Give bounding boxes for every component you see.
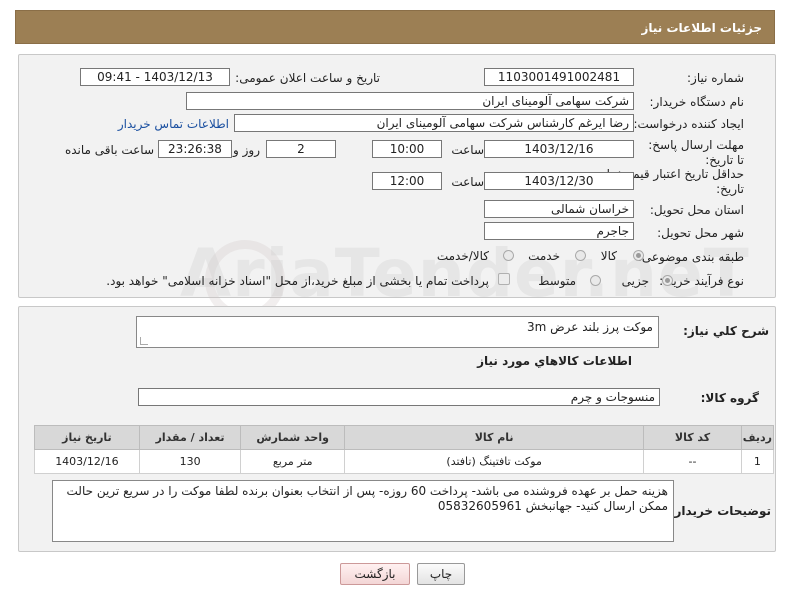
col-header-name: نام کالا — [343, 425, 645, 450]
buyer-notes-field: هزینه حمل بر عهده فروشنده می باشد- پرداخ… — [52, 480, 674, 542]
purchase-type-option-minor: جزیی — [621, 274, 649, 288]
category-option-goods-service: کالا/خدمت — [436, 249, 489, 263]
cell-row: 1 — [740, 449, 775, 474]
goods-info-title: اطلاعات کالاهاي مورد نياز — [477, 354, 632, 368]
category-radio-goods-service[interactable] — [503, 250, 514, 261]
reply-deadline-time-label: ساعت — [451, 143, 484, 157]
category-radio-service[interactable] — [575, 250, 586, 261]
price-validity-date-field: 1403/12/30 — [484, 172, 634, 190]
delivery-province-field: خراسان شمالی — [484, 200, 634, 218]
purchase-type-radio-medium[interactable] — [590, 275, 601, 286]
category-option-goods: کالا — [600, 249, 617, 263]
remaining-time-field: 23:26:38 — [158, 140, 232, 158]
goods-group-label: گروه کالا: — [700, 391, 759, 405]
need-number-field: 1103001491002481 — [484, 68, 634, 86]
reply-deadline-time-field: 10:00 — [372, 140, 442, 158]
cell-unit: متر مربع — [240, 449, 345, 474]
reply-deadline-date-field: 1403/12/16 — [484, 140, 634, 158]
page-header: جزئیات اطلاعات نیاز — [15, 10, 775, 44]
buyer-org-field: شرکت سهامی آلومینای ایران — [186, 92, 634, 110]
price-validity-time-field: 12:00 — [372, 172, 442, 190]
cell-qty: 130 — [138, 449, 242, 474]
announce-datetime-field: 1403/12/13 - 09:41 — [80, 68, 230, 86]
category-radio-goods[interactable] — [633, 250, 644, 261]
treasury-payment-checkbox[interactable] — [498, 273, 510, 285]
requester-label: ایجاد کننده درخواست: — [633, 117, 744, 131]
description-label: شرح کلي نياز: — [683, 324, 769, 338]
col-header-qty: تعداد / مقدار — [138, 425, 242, 450]
delivery-city-label: شهر محل تحویل: — [657, 226, 744, 240]
need-number-label: شماره نیاز: — [687, 71, 744, 85]
col-header-row: رديف — [740, 425, 775, 450]
back-button[interactable]: بازگشت — [340, 563, 410, 585]
delivery-city-field: جاجرم — [484, 222, 634, 240]
remaining-time-label: ساعت باقی مانده — [64, 143, 154, 157]
purchase-type-radio-minor[interactable] — [662, 275, 673, 286]
col-header-date: تاريخ نياز — [34, 425, 140, 450]
reply-days-label: روز و — [233, 143, 260, 157]
price-validity-time-label: ساعت — [451, 175, 484, 189]
table-row: 1 -- موکت تافتینگ (تافتد) متر مربع 130 1… — [34, 449, 775, 474]
print-button[interactable]: چاپ — [417, 563, 465, 585]
purchase-type-option-medium: متوسط — [538, 274, 576, 288]
buyer-org-label: نام دستگاه خریدار: — [649, 95, 745, 109]
reply-deadline-label: مهلت ارسال پاسخ: تا تاریخ: — [648, 138, 744, 167]
delivery-province-label: استان محل تحویل: — [649, 203, 744, 217]
col-header-code: کد کالا — [643, 425, 742, 450]
reply-days-field: 2 — [266, 140, 336, 158]
treasury-payment-note: پرداخت تمام یا بخشی از مبلغ خرید،از محل … — [106, 274, 489, 288]
goods-table-header: رديف کد کالا نام کالا واحد شمارش تعداد /… — [34, 425, 775, 450]
buyer-notes-label: توضيحات خريدار: — [669, 504, 771, 518]
buyer-notes-text: هزینه حمل بر عهده فروشنده می باشد- پرداخ… — [66, 484, 669, 513]
description-field: موکت پرز بلند عرض 3m — [136, 316, 659, 348]
goods-group-field: منسوجات و چرم — [138, 388, 660, 406]
category-label: طبقه بندی موضوعی: — [637, 250, 744, 264]
cell-date: 1403/12/16 — [34, 449, 140, 474]
announce-datetime-label: تاریخ و ساعت اعلان عمومی: — [235, 71, 380, 85]
description-text: موکت پرز بلند عرض 3m — [527, 320, 653, 334]
buyer-contact-link[interactable]: اطلاعات تماس خریدار — [118, 117, 229, 131]
cell-name: موکت تافتینگ (تافتد) — [343, 449, 645, 474]
resize-grip-icon — [140, 337, 148, 345]
requester-field: رضا ایرغم کارشناس شرکت سهامی آلومینای ای… — [234, 114, 634, 132]
goods-table: رديف کد کالا نام کالا واحد شمارش تعداد /… — [34, 425, 775, 474]
page-title: جزئیات اطلاعات نیاز — [641, 21, 762, 35]
col-header-unit: واحد شمارش — [240, 425, 345, 450]
category-option-service: خدمت — [528, 249, 560, 263]
cell-code: -- — [643, 449, 742, 474]
